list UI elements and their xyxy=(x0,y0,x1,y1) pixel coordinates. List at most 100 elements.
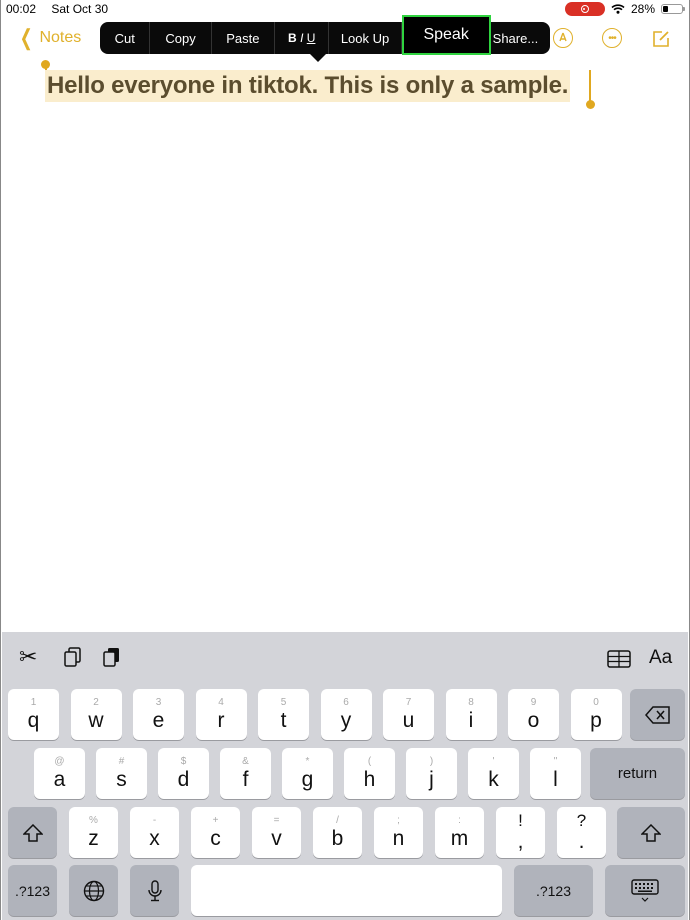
key-char: w xyxy=(88,708,104,732)
key-char: k xyxy=(488,767,499,791)
key-d[interactable]: $ d xyxy=(158,748,209,799)
shift-icon xyxy=(22,823,43,842)
wifi-icon xyxy=(611,4,625,14)
menu-pointer xyxy=(310,54,326,62)
key-s[interactable]: # s xyxy=(96,748,147,799)
dictation-key[interactable] xyxy=(130,865,179,916)
key-alt-char: " xyxy=(553,755,558,767)
delete-icon xyxy=(644,705,670,724)
key-r[interactable]: 4r xyxy=(195,689,247,740)
key-m[interactable]: :m xyxy=(435,807,484,858)
key-y[interactable]: 6y xyxy=(320,689,372,740)
key-alt-char: 2 xyxy=(93,696,99,708)
key-alt-char: 0 xyxy=(593,696,599,708)
key-j[interactable]: ) j xyxy=(406,748,457,799)
key-alt-char: ) xyxy=(429,755,434,767)
key-v[interactable]: = v xyxy=(252,807,301,858)
screen-recording-icon[interactable] xyxy=(564,2,605,16)
dismiss-keyboard-key[interactable] xyxy=(605,865,685,916)
key-e[interactable]: 3e xyxy=(133,689,184,740)
status-date: Sat Oct 30 xyxy=(51,2,109,16)
key-g[interactable]: * g xyxy=(282,748,333,799)
key-alt-char: 4 xyxy=(218,696,224,708)
key-alt-char: / xyxy=(336,814,339,826)
shift-key-left[interactable] xyxy=(8,807,57,858)
menu-bold-italic-underline[interactable]: B I U xyxy=(275,22,330,54)
key-char: n xyxy=(392,826,405,850)
key-char: . xyxy=(578,829,585,853)
key-q[interactable]: 1q xyxy=(8,689,59,740)
menu-cut[interactable]: Cut xyxy=(100,22,151,54)
keyboard-shortcut-bar: ✂ Aa xyxy=(2,632,688,684)
key-alt-char: % xyxy=(89,814,98,826)
key-char: j xyxy=(429,767,434,791)
key-char: v xyxy=(271,826,282,850)
numbers-key-right[interactable]: .?123 xyxy=(514,865,593,916)
globe-icon xyxy=(83,880,104,901)
battery-percent: 28% xyxy=(630,2,655,16)
key-h[interactable]: (h xyxy=(344,748,395,799)
key-u[interactable]: 7u xyxy=(383,689,434,740)
key-char: r xyxy=(217,708,225,732)
key-c[interactable]: + c xyxy=(191,807,240,858)
paste-icon[interactable] xyxy=(102,646,122,674)
table-icon[interactable] xyxy=(607,648,631,674)
key-comma[interactable]: !, xyxy=(496,807,545,858)
back-to-notes-button[interactable]: ❮ Notes xyxy=(17,25,81,50)
key-a[interactable]: @ a xyxy=(34,748,85,799)
key-o[interactable]: 9o xyxy=(508,689,559,740)
key-alt-char: 8 xyxy=(468,696,474,708)
key-z[interactable]: % z xyxy=(69,807,118,858)
key-char: z xyxy=(88,826,99,850)
scissors-icon[interactable]: ✂ xyxy=(19,644,37,670)
key-char: s xyxy=(116,767,127,791)
more-ellipsis-icon[interactable]: ••• xyxy=(602,28,622,48)
keyboard-dismiss-icon xyxy=(631,878,659,902)
menu-look-up[interactable]: Look Up xyxy=(329,22,402,54)
key-l[interactable]: " l xyxy=(530,748,581,799)
key-alt-char: # xyxy=(118,755,125,767)
chevron-left-icon: ❮ xyxy=(19,25,33,50)
markup-pen-icon[interactable] xyxy=(553,28,573,48)
status-bar: 00:02 Sat Oct 30 28% xyxy=(1,0,689,18)
delete-key[interactable] xyxy=(630,689,685,740)
key-alt-char: $ xyxy=(180,755,187,767)
key-alt-char: ' xyxy=(492,755,495,767)
key-k[interactable]: ' k xyxy=(468,748,519,799)
menu-copy[interactable]: Copy xyxy=(150,22,212,54)
key-alt-char: ? xyxy=(576,810,587,830)
key-n[interactable]: ; n xyxy=(374,807,423,858)
selection-end-handle[interactable] xyxy=(586,100,595,109)
key-alt-char: * xyxy=(305,755,310,767)
key-b[interactable]: / b xyxy=(313,807,362,858)
microphone-icon xyxy=(147,879,162,901)
key-t[interactable]: 5t xyxy=(258,689,309,740)
menu-paste[interactable]: Paste xyxy=(212,22,276,54)
copy-icon[interactable] xyxy=(63,646,83,674)
menu-speak[interactable]: Speak xyxy=(401,15,491,55)
key-period[interactable]: ?. xyxy=(557,807,606,858)
globe-key[interactable] xyxy=(69,865,118,916)
key-x[interactable]: -x xyxy=(130,807,179,858)
return-key[interactable]: return xyxy=(590,748,685,799)
menu-share[interactable]: Share... xyxy=(491,22,550,54)
key-alt-char: : xyxy=(458,814,461,826)
text-format-button[interactable]: Aa xyxy=(649,647,672,669)
space-bar[interactable] xyxy=(191,865,502,916)
key-char: l xyxy=(553,767,558,791)
compose-icon[interactable] xyxy=(652,30,670,53)
note-body-text[interactable]: Hello everyone in tiktok. This is only a… xyxy=(45,70,571,102)
key-i[interactable]: 8i xyxy=(445,689,497,740)
key-char: x xyxy=(149,826,160,850)
battery-icon xyxy=(661,4,685,14)
key-char: d xyxy=(177,767,190,791)
key-f[interactable]: & f xyxy=(220,748,271,799)
numbers-key-left[interactable]: .?123 xyxy=(8,865,57,916)
key-alt-char: ! xyxy=(518,810,523,830)
key-char: i xyxy=(468,708,474,732)
key-char: o xyxy=(527,708,540,732)
key-w[interactable]: 2w xyxy=(70,689,122,740)
key-p[interactable]: 0p xyxy=(570,689,622,740)
key-alt-char: - xyxy=(152,814,157,826)
shift-key-right[interactable] xyxy=(617,807,685,858)
